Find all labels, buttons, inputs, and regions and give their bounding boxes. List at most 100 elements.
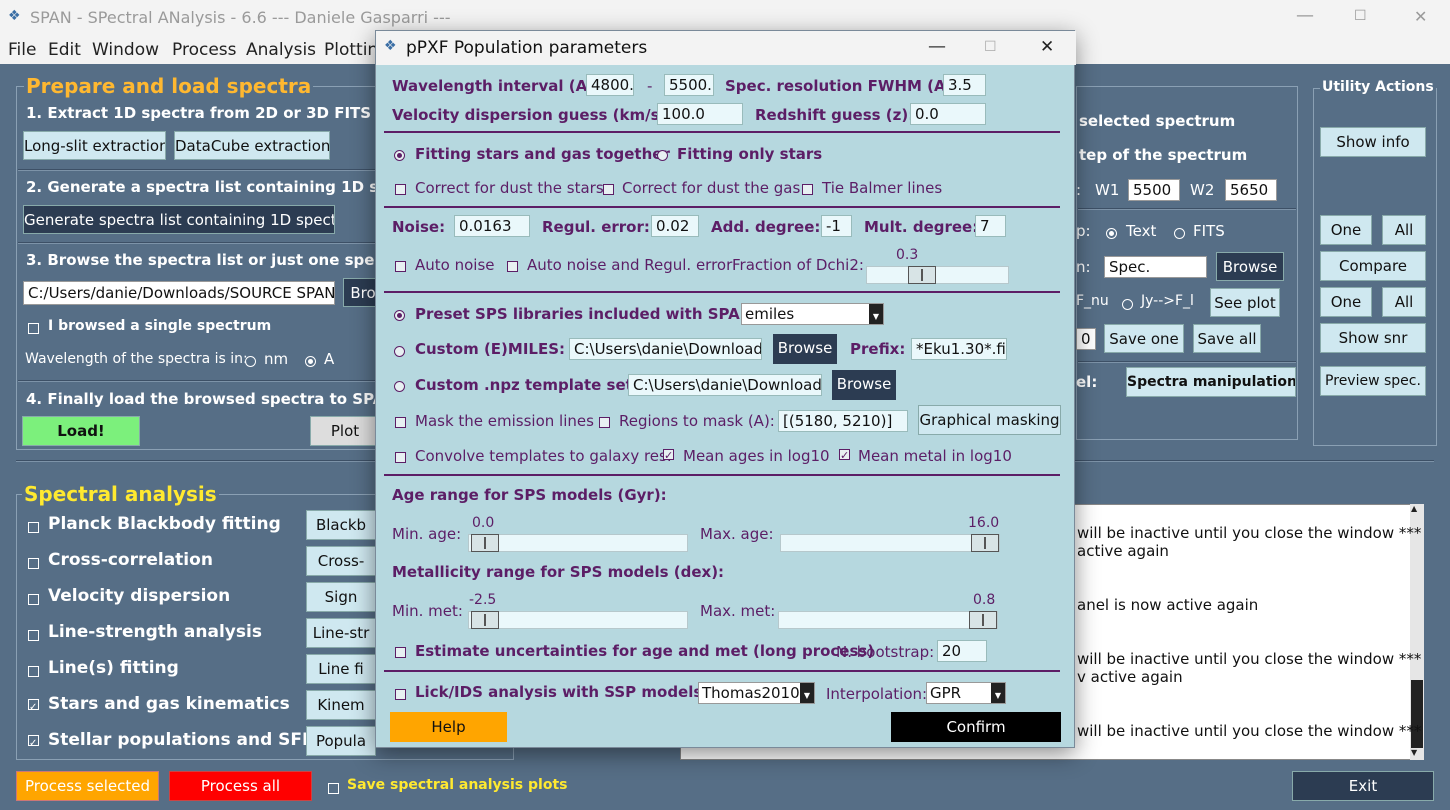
noise-input[interactable]: 0.0163: [454, 215, 530, 237]
mean-metal-checkbox[interactable]: [839, 449, 850, 468]
analysis-button[interactable]: Cross-: [306, 546, 376, 576]
exit-button[interactable]: Exit: [1292, 771, 1434, 801]
menu-window[interactable]: Window: [92, 40, 159, 60]
mult-degree-input[interactable]: 7: [975, 215, 1006, 237]
prefix-input[interactable]: *Eku1.30*.fits: [911, 338, 1007, 360]
plot-button[interactable]: Plot: [310, 416, 380, 446]
menu-process[interactable]: Process: [172, 40, 237, 60]
min-age-slider-thumb[interactable]: [471, 534, 499, 552]
mask-emission-checkbox[interactable]: [395, 414, 406, 432]
max-age-slider-thumb[interactable]: [971, 534, 999, 552]
one-button-2[interactable]: One: [1320, 287, 1372, 317]
fwhm-input[interactable]: 3.5: [943, 74, 986, 96]
max-met-slider[interactable]: [778, 611, 998, 629]
datacube-button[interactable]: DataCube extraction: [174, 131, 330, 160]
dchi-slider[interactable]: [866, 266, 1009, 284]
spectra-path-input[interactable]: C:/Users/danie/Downloads/SOURCE SPAN: [23, 281, 335, 305]
load-button[interactable]: Load!: [22, 416, 140, 446]
one-button[interactable]: One: [1320, 215, 1372, 245]
auto-noise-checkbox[interactable]: [395, 258, 406, 276]
analysis-checkbox[interactable]: [28, 627, 39, 645]
lick-checkbox[interactable]: [395, 686, 406, 704]
minimize-icon[interactable]: —: [928, 36, 946, 57]
analysis-checkbox[interactable]: [28, 735, 39, 754]
min-age-slider[interactable]: [468, 534, 688, 552]
custom-emiles-path[interactable]: C:\Users\danie\Downloads\: [569, 338, 762, 360]
browse-emiles-button[interactable]: Browse: [773, 334, 837, 364]
custom-emiles-radio[interactable]: [394, 343, 405, 361]
help-button[interactable]: Help: [390, 712, 507, 742]
save-all-button[interactable]: Save all: [1193, 324, 1261, 353]
show-snr-button[interactable]: Show snr: [1320, 323, 1426, 353]
process-selected-button[interactable]: Process selected: [16, 771, 159, 801]
wl-min-input[interactable]: 4800.0: [586, 74, 634, 96]
analysis-checkbox[interactable]: [28, 699, 39, 718]
max-met-slider-thumb[interactable]: [969, 611, 997, 629]
all-button-2[interactable]: All: [1382, 287, 1426, 317]
save-one-button[interactable]: Save one: [1104, 324, 1184, 353]
maximize-icon[interactable]: ☐: [1354, 8, 1367, 24]
wl-max-input[interactable]: 5500.0: [664, 74, 714, 96]
preset-dropdown[interactable]: emiles ▼: [741, 303, 884, 325]
custom-npz-radio[interactable]: [394, 378, 405, 396]
generate-list-button[interactable]: Generate spectra list containing 1D spec…: [23, 205, 335, 234]
save-plots-checkbox[interactable]: [328, 780, 339, 798]
menu-analysis[interactable]: Analysis: [246, 40, 316, 60]
scroll-up-icon[interactable]: ▲: [1411, 504, 1417, 513]
confirm-button[interactable]: Confirm: [891, 712, 1061, 742]
browse-npz-button[interactable]: Browse: [832, 370, 896, 400]
angstrom-radio[interactable]: [305, 353, 316, 371]
convolve-checkbox[interactable]: [395, 449, 406, 467]
redshift-input[interactable]: 0.0: [910, 103, 986, 125]
maximize-icon[interactable]: ☐: [984, 39, 997, 55]
close-icon[interactable]: ✕: [1414, 7, 1427, 26]
value-input[interactable]: 0: [1076, 328, 1096, 350]
minimize-icon[interactable]: —: [1296, 5, 1314, 26]
scroll-down-icon[interactable]: ▼: [1411, 748, 1417, 757]
analysis-button[interactable]: Sign: [306, 582, 376, 612]
mean-ages-checkbox[interactable]: [663, 449, 674, 468]
analysis-button[interactable]: Blackb: [306, 510, 376, 540]
fit-stars-radio[interactable]: [657, 147, 668, 165]
close-icon[interactable]: ✕: [1040, 37, 1054, 57]
dust-gas-checkbox[interactable]: [603, 181, 614, 199]
process-all-button[interactable]: Process all: [169, 771, 312, 801]
analysis-checkbox[interactable]: [28, 555, 39, 573]
min-met-slider-thumb[interactable]: [471, 611, 499, 629]
regul-input[interactable]: 0.02: [651, 215, 699, 237]
interpolation-dropdown[interactable]: GPR ▼: [926, 682, 1006, 704]
analysis-button[interactable]: Popula: [306, 726, 376, 756]
uncertainties-checkbox[interactable]: [395, 644, 406, 662]
menu-file[interactable]: File: [8, 40, 36, 60]
analysis-checkbox[interactable]: [28, 519, 39, 537]
compare-button[interactable]: Compare: [1320, 251, 1426, 281]
jy-radio[interactable]: [1122, 296, 1133, 314]
see-plot-button[interactable]: See plot: [1210, 288, 1280, 317]
single-spectrum-checkbox[interactable]: [28, 320, 39, 338]
nbootstrap-input[interactable]: 20: [937, 640, 987, 662]
add-degree-input[interactable]: -1: [821, 215, 852, 237]
dchi-slider-thumb[interactable]: [907, 266, 936, 284]
preview-spec-button[interactable]: Preview spec.: [1320, 366, 1426, 396]
all-button[interactable]: All: [1382, 215, 1426, 245]
menu-edit[interactable]: Edit: [48, 40, 81, 60]
fit-both-radio[interactable]: [394, 147, 405, 165]
spec-name-input[interactable]: Spec.: [1104, 256, 1207, 278]
tie-balmer-checkbox[interactable]: [802, 181, 813, 199]
dust-stars-checkbox[interactable]: [395, 181, 406, 199]
w1-input[interactable]: 5500: [1128, 179, 1180, 201]
w2-input[interactable]: 5650: [1225, 179, 1277, 201]
regions-mask-checkbox[interactable]: [599, 414, 610, 432]
analysis-button[interactable]: Kinem: [306, 690, 376, 720]
preset-radio[interactable]: [394, 307, 405, 325]
lick-dropdown[interactable]: Thomas2010 ▼: [698, 682, 815, 704]
text-radio[interactable]: [1106, 225, 1117, 243]
analysis-button[interactable]: Line-str: [306, 618, 376, 648]
npz-path-input[interactable]: C:\Users\danie\Downloads\: [628, 374, 822, 396]
vdisp-input[interactable]: 100.0: [657, 103, 743, 125]
browse-right-button[interactable]: Browse: [1216, 252, 1284, 281]
menu-plotting[interactable]: Plottin: [324, 40, 378, 60]
auto-both-checkbox[interactable]: [507, 258, 518, 276]
fits-radio[interactable]: [1174, 225, 1185, 243]
nm-radio[interactable]: [245, 353, 256, 371]
